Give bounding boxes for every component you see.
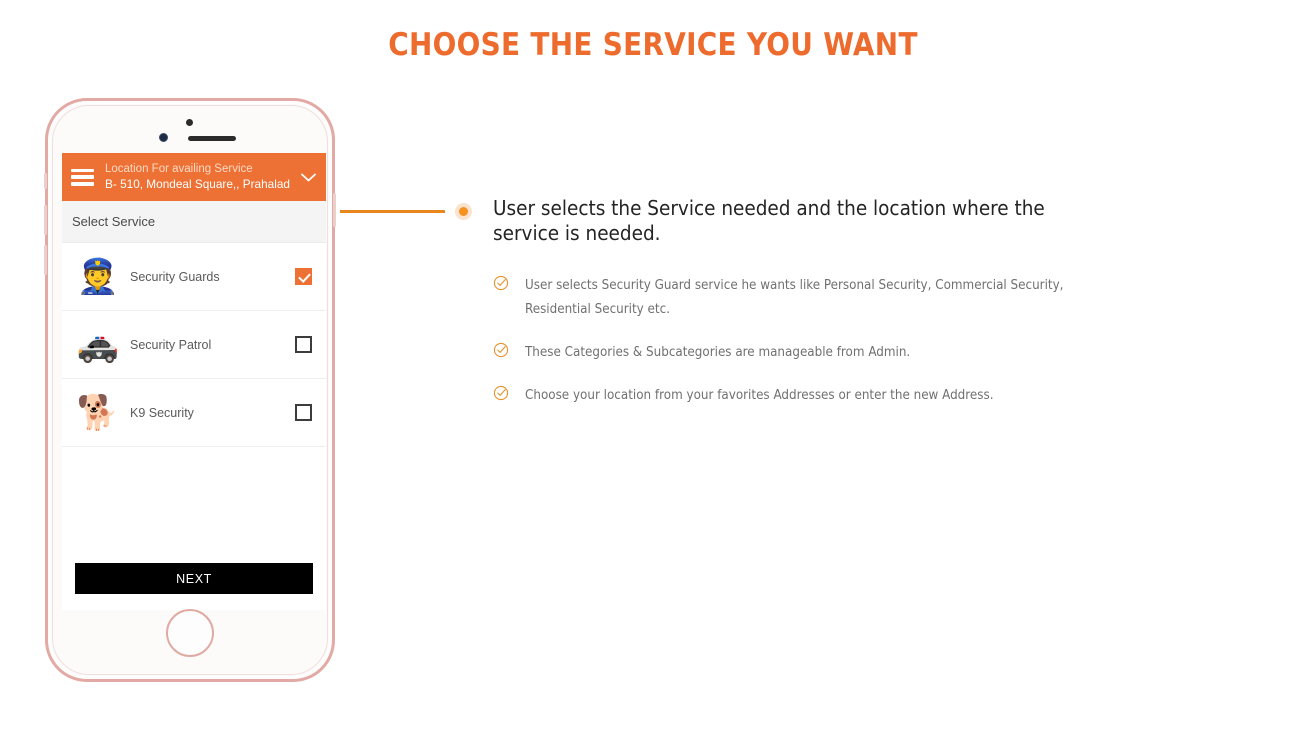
check-circle-icon bbox=[493, 275, 509, 290]
phone-screen: Location For availing Service B- 510, Mo… bbox=[62, 153, 326, 610]
service-row-k9-security[interactable]: 🐕 K9 Security bbox=[62, 379, 326, 447]
phone-volume-up-button bbox=[44, 205, 47, 235]
service-checkbox-security-guards[interactable] bbox=[295, 268, 312, 285]
service-label: K9 Security bbox=[130, 405, 194, 420]
phone-volume-down-button bbox=[44, 245, 47, 275]
service-checkbox-security-patrol[interactable] bbox=[295, 336, 312, 353]
section-title: Select Service bbox=[72, 214, 156, 229]
phone-silent-switch bbox=[44, 173, 47, 189]
content-panel: User selects the Service needed and the … bbox=[493, 196, 1133, 428]
chevron-down-icon[interactable] bbox=[301, 173, 316, 182]
location-label: Location For availing Service bbox=[105, 163, 253, 176]
section-header: Select Service bbox=[62, 201, 326, 243]
connector-line bbox=[340, 210, 445, 213]
bullet-text: These Categories & Subcategories are man… bbox=[525, 345, 911, 361]
next-button-container: NEXT bbox=[62, 563, 326, 594]
app-header: Location For availing Service B- 510, Mo… bbox=[62, 153, 326, 201]
check-circle-icon bbox=[493, 343, 509, 358]
check-circle-icon bbox=[493, 386, 509, 401]
phone-home-button[interactable] bbox=[166, 609, 214, 657]
next-button[interactable]: NEXT bbox=[75, 563, 313, 594]
content-heading: User selects the Service needed and the … bbox=[493, 196, 1045, 246]
front-camera-icon bbox=[159, 133, 168, 142]
bullet-list: User selects Security Guard service he w… bbox=[493, 274, 1133, 409]
phone-power-button bbox=[333, 193, 336, 227]
service-checkbox-k9-security[interactable] bbox=[295, 404, 312, 421]
bullet-text: Choose your location from your favorites… bbox=[525, 388, 994, 404]
police-officer-icon: 👮 bbox=[76, 256, 120, 297]
phone-mockup: Location For availing Service B- 510, Mo… bbox=[44, 98, 336, 682]
list-item: User selects Security Guard service he w… bbox=[493, 274, 1133, 322]
location-selector[interactable]: Location For availing Service B- 510, Mo… bbox=[105, 162, 295, 192]
list-item: Choose your location from your favorites… bbox=[493, 384, 1133, 408]
service-label: Security Patrol bbox=[130, 337, 212, 352]
proximity-sensor-icon bbox=[186, 119, 193, 126]
person-walking-dog-icon: 🐕 bbox=[76, 392, 120, 433]
earpiece-speaker-icon bbox=[188, 136, 236, 141]
bullet-text: User selects Security Guard service he w… bbox=[525, 277, 1064, 317]
page-title: CHOOSE THE SERVICE YOU WANT bbox=[388, 27, 918, 63]
service-row-security-guards[interactable]: 👮 Security Guards bbox=[62, 243, 326, 311]
service-row-security-patrol[interactable]: 🚓 Security Patrol bbox=[62, 311, 326, 379]
service-list: 👮 Security Guards 🚓 Security Patrol 🐕 K9… bbox=[62, 243, 326, 447]
hamburger-menu-icon[interactable] bbox=[71, 168, 94, 186]
list-item: These Categories & Subcategories are man… bbox=[493, 341, 1133, 365]
police-car-icon: 🚓 bbox=[76, 324, 120, 365]
service-label: Security Guards bbox=[130, 269, 220, 284]
location-value: B- 510, Mondeal Square,, Prahalad bbox=[105, 176, 290, 191]
connector-dot bbox=[455, 203, 472, 220]
